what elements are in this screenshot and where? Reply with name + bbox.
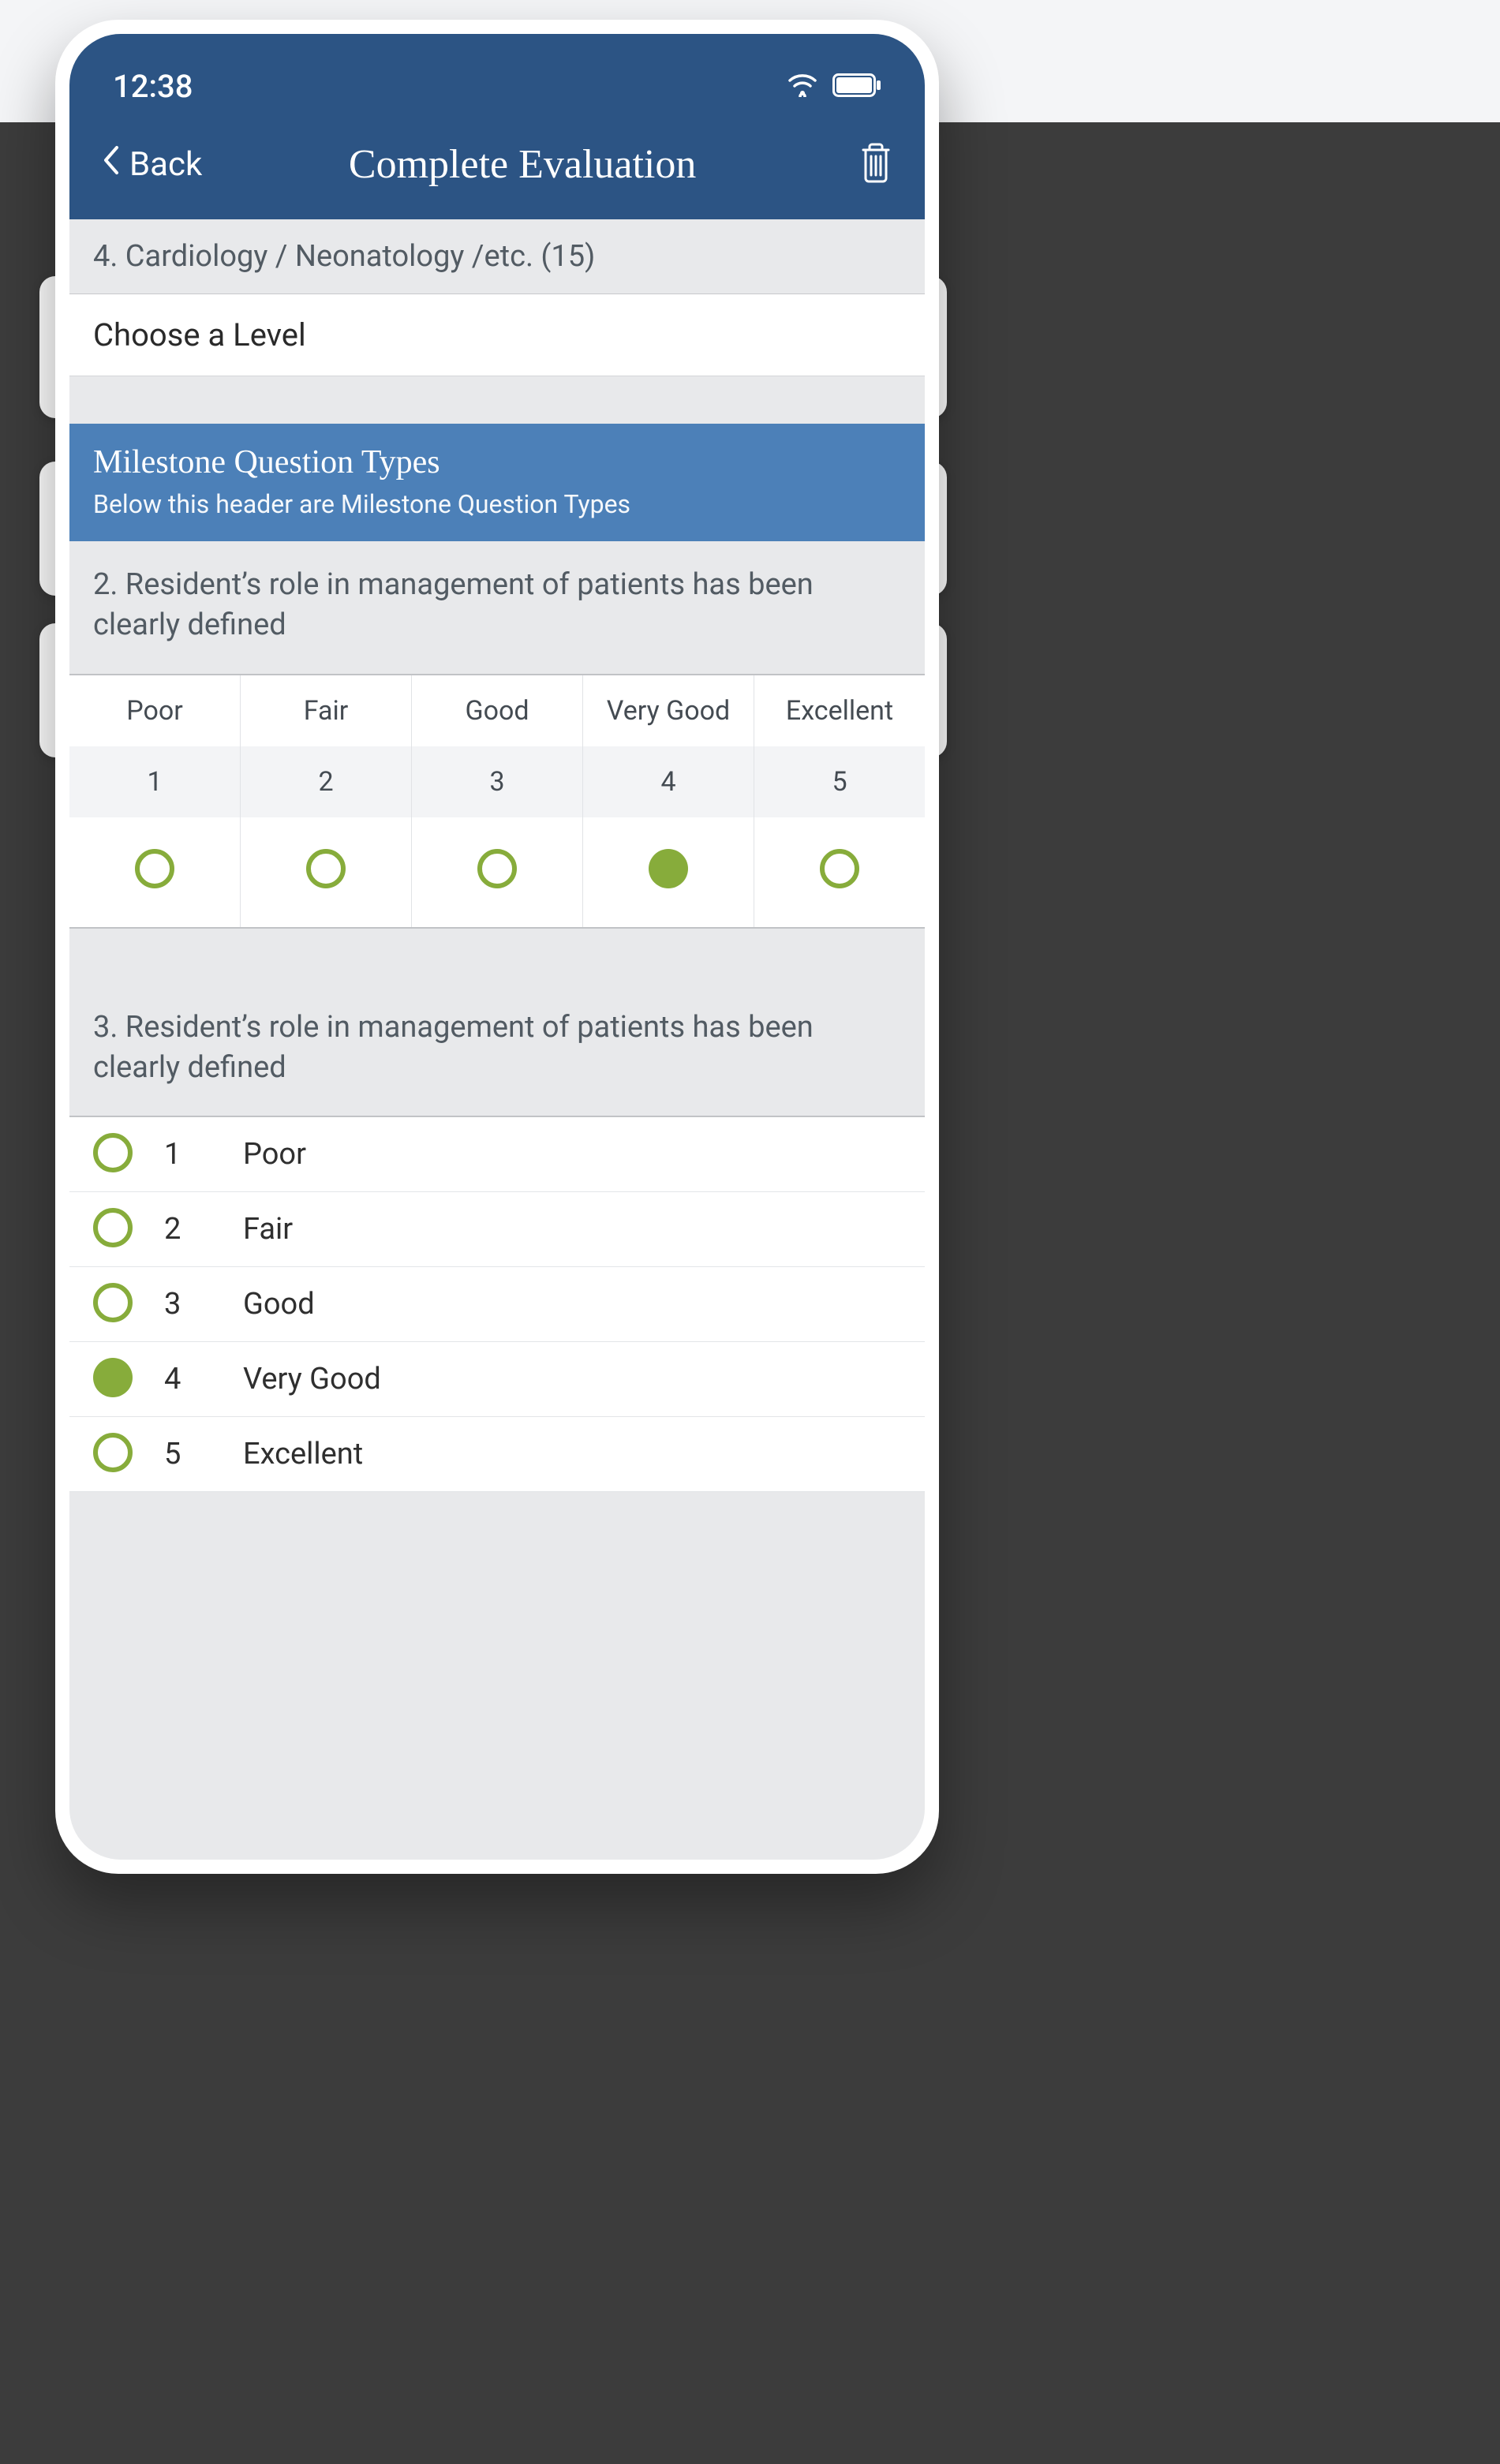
question-2-text: 2. Resident’s role in management of pati… xyxy=(93,567,814,642)
radio-icon xyxy=(93,1433,133,1472)
q3-option-label: Good xyxy=(243,1287,315,1322)
spacer xyxy=(69,929,925,984)
radio-icon xyxy=(820,849,859,888)
q3-option-number: 3 xyxy=(164,1287,211,1322)
q3-option-1[interactable]: 1 Poor xyxy=(69,1117,925,1192)
section-4-title: 4. Cardiology / Neonatology /etc. (15) xyxy=(93,239,595,274)
milestone-title: Milestone Question Types xyxy=(93,443,901,481)
status-time: 12:38 xyxy=(113,68,193,105)
status-bar: 12:38 xyxy=(69,34,925,117)
q2-col-header: Good xyxy=(412,675,583,746)
q3-option-4[interactable]: 4 Very Good xyxy=(69,1342,925,1417)
radio-icon xyxy=(93,1133,133,1172)
question-3-text: 3. Resident’s role in management of pati… xyxy=(93,1010,814,1085)
q3-option-3[interactable]: 3 Good xyxy=(69,1267,925,1342)
choose-level-row[interactable]: Choose a Level xyxy=(69,294,925,376)
phone-frame: 12:38 Back Complete Evaluation xyxy=(55,20,939,1874)
q2-col-number: 2 xyxy=(241,746,412,817)
radio-icon xyxy=(306,849,346,888)
q3-option-label: Fair xyxy=(243,1212,293,1247)
question-2-grid: Poor Fair Good Very Good Excellent 1 2 3… xyxy=(69,675,925,929)
radio-selected-icon xyxy=(649,849,688,888)
delete-button[interactable] xyxy=(858,142,893,186)
status-icons xyxy=(787,68,881,105)
milestone-header: Milestone Question Types Below this head… xyxy=(69,424,925,541)
trash-icon xyxy=(858,142,893,186)
radio-icon xyxy=(477,849,517,888)
radio-icon xyxy=(135,849,174,888)
radio-icon xyxy=(93,1208,133,1247)
q2-col-number: 1 xyxy=(69,746,241,817)
q3-option-label: Poor xyxy=(243,1137,306,1172)
phone-screen: 12:38 Back Complete Evaluation xyxy=(69,34,925,1860)
q2-radio-row xyxy=(69,817,925,927)
question-3-list: 1 Poor 2 Fair 3 Good 4 Very Good 5 E xyxy=(69,1117,925,1492)
radio-icon xyxy=(93,1283,133,1322)
wifi-icon xyxy=(787,68,818,105)
q2-radio-3[interactable] xyxy=(412,817,583,927)
radio-selected-icon xyxy=(93,1358,133,1397)
choose-level-label: Choose a Level xyxy=(93,316,306,353)
question-2-header: 2. Resident’s role in management of pati… xyxy=(69,541,925,675)
nav-title: Complete Evaluation xyxy=(186,141,858,188)
q3-option-label: Excellent xyxy=(243,1437,363,1471)
milestone-subtitle: Below this header are Milestone Question… xyxy=(93,489,901,519)
spacer xyxy=(69,376,925,424)
q2-col-number: 3 xyxy=(412,746,583,817)
q2-col-header: Fair xyxy=(241,675,412,746)
question-3-header: 3. Resident’s role in management of pati… xyxy=(69,984,925,1118)
q2-radio-1[interactable] xyxy=(69,817,241,927)
q2-col-header: Excellent xyxy=(754,675,925,746)
q3-option-5[interactable]: 5 Excellent xyxy=(69,1417,925,1492)
q3-option-number: 5 xyxy=(164,1437,211,1471)
battery-icon xyxy=(832,68,881,105)
q2-radio-2[interactable] xyxy=(241,817,412,927)
q3-option-label: Very Good xyxy=(243,1362,381,1397)
q2-col-number: 4 xyxy=(583,746,754,817)
q2-col-number: 5 xyxy=(754,746,925,817)
q2-header-row: Poor Fair Good Very Good Excellent xyxy=(69,675,925,746)
nav-bar: Back Complete Evaluation xyxy=(69,117,925,219)
q2-number-row: 1 2 3 4 5 xyxy=(69,746,925,817)
q3-option-number: 2 xyxy=(164,1212,211,1247)
q3-option-2[interactable]: 2 Fair xyxy=(69,1192,925,1267)
section-4-header: 4. Cardiology / Neonatology /etc. (15) xyxy=(69,219,925,294)
q3-option-number: 1 xyxy=(164,1137,211,1172)
q3-option-number: 4 xyxy=(164,1362,211,1397)
q2-col-header: Poor xyxy=(69,675,241,746)
q2-radio-5[interactable] xyxy=(754,817,925,927)
q2-radio-4[interactable] xyxy=(583,817,754,927)
chevron-left-icon xyxy=(101,144,122,185)
q2-col-header: Very Good xyxy=(583,675,754,746)
